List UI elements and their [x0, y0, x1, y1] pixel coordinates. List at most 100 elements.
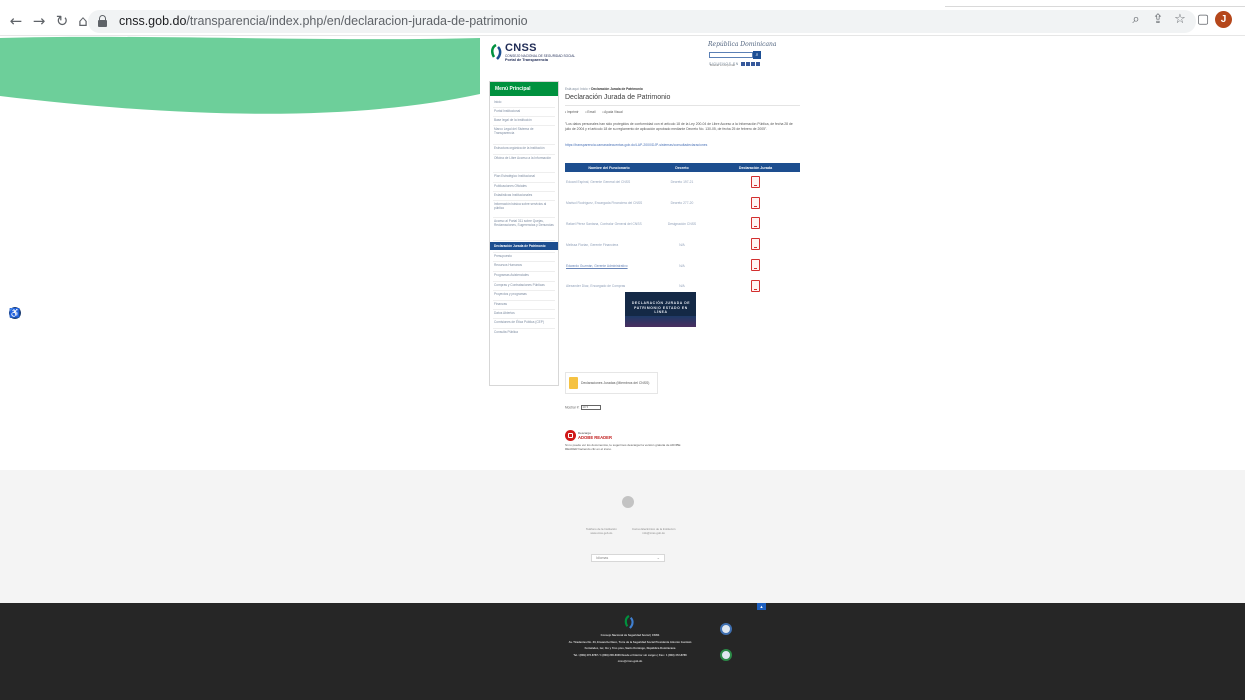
- footer-col1: Teléfono de la Institución www.cnss.gob.d…: [586, 527, 617, 535]
- menu-item[interactable]: Proyectos y programas: [490, 292, 558, 296]
- menu-item[interactable]: Acceso al Portal 311 sobre Quejas, Recla…: [490, 219, 558, 227]
- menu-item[interactable]: Publicaciones Oficiales: [490, 184, 558, 188]
- back-to-top-button[interactable]: ▲: [757, 603, 766, 610]
- declaration-cell: [711, 255, 800, 276]
- menu-item[interactable]: Estadísticas Institucionales: [490, 193, 558, 197]
- menu-item[interactable]: Programas Asistenciales: [490, 273, 558, 277]
- menu-separator: [493, 309, 555, 310]
- share-icon[interactable]: ⇪: [1150, 12, 1166, 28]
- official-name[interactable]: Eduard Espinal, Gerente General del CNSS: [565, 172, 653, 193]
- pdf-icon[interactable]: [751, 217, 760, 230]
- display-count-value: 10: [582, 405, 586, 409]
- decree-cell[interactable]: N/A: [653, 234, 711, 255]
- table-row: Eduard Espinal, Gerente General del CNSS…: [565, 172, 800, 193]
- menu-item[interactable]: Información básica sobre servicios al pú…: [490, 202, 558, 210]
- menu-separator: [493, 240, 555, 241]
- zoom-icon[interactable]: ⌕: [1128, 12, 1144, 28]
- email-link[interactable]: ▪ Email: [585, 110, 595, 114]
- reload-icon[interactable]: ↻: [54, 13, 70, 29]
- footer-col2-value[interactable]: info@cnss.gob.do: [642, 531, 664, 535]
- breadcrumb-prefix[interactable]: Está aquí: Inicio »: [565, 87, 590, 91]
- footer-address1: Av. Tiradentes No. 33, Ensanche Naco, To…: [568, 640, 692, 644]
- menu-separator: [493, 144, 555, 145]
- decree-cell[interactable]: Decreto 197-21: [653, 172, 711, 193]
- official-name[interactable]: Rafael Pérez Santana, Contralor General …: [565, 214, 653, 235]
- footer-email[interactable]: cnss@cnss.gob.do: [618, 660, 643, 663]
- menu-separator: [493, 125, 555, 126]
- pdf-icon[interactable]: [751, 196, 760, 209]
- green-wave-decoration: [0, 36, 480, 114]
- menu-separator: [493, 182, 555, 183]
- folder-link-box[interactable]: Declaraciones Juradas (Miembros del CNSS…: [565, 372, 658, 394]
- breadcrumb-current: Declaración Jurada de Patrimonio: [591, 87, 643, 91]
- decree-cell[interactable]: Designación CNSS: [653, 214, 711, 235]
- table-row: Rafael Pérez Santana, Contralor General …: [565, 214, 800, 235]
- menu-separator: [493, 200, 555, 201]
- reader-line2: ADOBE READER: [578, 435, 612, 440]
- intro-text: "Los datos personales han sido protegido…: [565, 122, 793, 131]
- footer-col1-value[interactable]: www.cnss.gob.do: [591, 531, 613, 535]
- official-name[interactable]: Melissa Florian, Gerente Financiera: [565, 234, 653, 255]
- pdf-icon[interactable]: [751, 238, 760, 251]
- intro-link[interactable]: https://transparencia.camaradecuentas.go…: [565, 143, 707, 147]
- language-select[interactable]: Idiomas ⌄: [591, 554, 665, 562]
- menu-item[interactable]: Presupuesto: [490, 254, 558, 258]
- profile-avatar[interactable]: J: [1215, 11, 1232, 28]
- menu-separator: [493, 271, 555, 272]
- adobe-reader-block[interactable]: Descarga ADOBE READER Si no puede ver lo…: [565, 430, 685, 454]
- visual-aid-link[interactable]: ▪ Ayuda Visual: [602, 110, 622, 114]
- decree-cell[interactable]: Decreto 277-20: [653, 193, 711, 214]
- menu-item[interactable]: Portal Institucional: [490, 109, 558, 113]
- certification-badge-icon[interactable]: [720, 649, 732, 661]
- reader-line3: Si no puede ver los documentos, le suger…: [565, 443, 681, 451]
- col-header-name: Nombre del Funcionario: [565, 163, 653, 172]
- tools-row: ▪ Imprimir ▪ Email ▪ Ayuda Visual: [565, 110, 629, 114]
- menu-item[interactable]: Estructura orgánica de la institución: [490, 146, 558, 150]
- search-button[interactable]: ⌕: [753, 51, 761, 59]
- official-name[interactable]: Edwardo Guzmán, Gerente Administrativo: [565, 255, 653, 276]
- sidepanel-icon[interactable]: ▢: [1195, 12, 1211, 28]
- cnss-logo[interactable]: CNSS CONSEJO NACIONAL DE SEGURIDAD SOCIA…: [489, 42, 575, 64]
- menu-item[interactable]: Declaración Jurada de Patrimonio: [490, 242, 558, 250]
- menu-item[interactable]: Base legal de la institución: [490, 118, 558, 122]
- menu-item[interactable]: Recursos Humanos: [490, 263, 558, 267]
- declaration-cell: [711, 193, 800, 214]
- star-icon[interactable]: ☆: [1172, 12, 1188, 28]
- facebook-icon[interactable]: [741, 62, 746, 67]
- menu-item[interactable]: Consulta Pública: [490, 330, 558, 334]
- menu-item[interactable]: Oficina de Libre Acceso a la Información: [490, 156, 558, 160]
- menu-item[interactable]: Inicio: [490, 100, 558, 104]
- instagram-icon[interactable]: [756, 62, 761, 67]
- youtube-icon[interactable]: [751, 62, 756, 67]
- menu-separator: [493, 281, 555, 282]
- menu-item[interactable]: Comisiones de Ética Pública (CEP): [490, 320, 558, 324]
- official-name[interactable]: Marisol Rodríguez, Encargada Financiera …: [565, 193, 653, 214]
- pdf-icon[interactable]: [751, 279, 760, 292]
- decree-cell[interactable]: N/A: [653, 255, 711, 276]
- menu-item[interactable]: Compras y Contrataciones Públicas: [490, 283, 558, 287]
- print-link[interactable]: ▪ Imprimir: [565, 110, 579, 114]
- gov-seal-icon: [622, 496, 634, 508]
- accessibility-icon[interactable]: ♿: [9, 307, 21, 319]
- certification-badge-icon[interactable]: [720, 623, 732, 635]
- menu-item[interactable]: Plan Estratégico Institucional: [490, 174, 558, 178]
- back-icon[interactable]: ←: [8, 13, 24, 29]
- main-menu: Menú Principal Inicio Portal Instituciona…: [489, 81, 559, 386]
- address-bar[interactable]: cnss.gob.do/transparencia/index.php/en/d…: [88, 10, 1196, 33]
- menu-item[interactable]: Marco Legal del Sistema de Transparencia: [490, 127, 558, 135]
- menu-item[interactable]: Datos Abiertos: [490, 311, 558, 315]
- twitter-icon[interactable]: [746, 62, 751, 67]
- declaration-cell: [711, 276, 800, 297]
- menu-separator: [493, 154, 555, 155]
- pdf-icon[interactable]: [751, 259, 760, 272]
- declaration-cell: [711, 234, 800, 255]
- footer-dark: ▲ Consejo Nacional de Seguridad Social |…: [0, 603, 1245, 700]
- forward-icon[interactable]: →: [31, 13, 47, 29]
- pdf-icon[interactable]: [751, 175, 760, 188]
- declaration-banner[interactable]: DECLARACIÓN JURADA DE PATRIMONIO ESTADO …: [625, 292, 696, 327]
- banner-glow: [625, 316, 696, 327]
- banner-text: DECLARACIÓN JURADA DE PATRIMONIO ESTADO …: [631, 301, 691, 314]
- menu-item[interactable]: Finanzas: [490, 302, 558, 306]
- display-count-select[interactable]: 10 ▾: [581, 405, 602, 410]
- search-field[interactable]: [709, 52, 753, 67]
